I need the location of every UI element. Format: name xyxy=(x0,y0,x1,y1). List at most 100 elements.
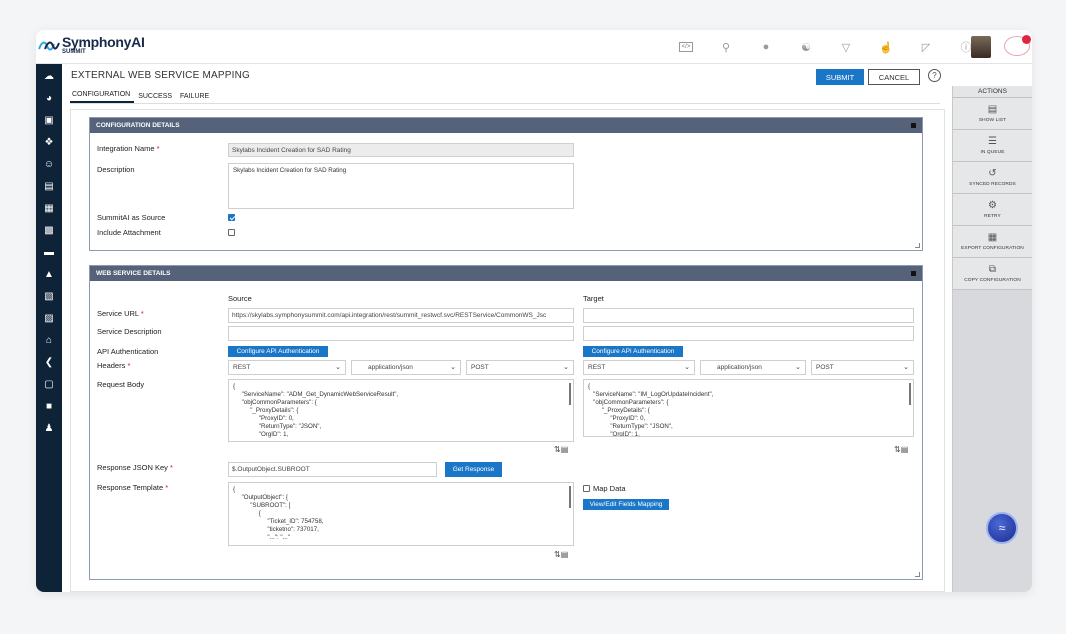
nav-monitor-icon[interactable]: ▢ xyxy=(36,374,62,394)
response-json-key-input[interactable]: $.OutputObject.SUBROOT xyxy=(228,462,437,477)
synced-records-action[interactable]: ↺ SYNCED RECORDS xyxy=(953,162,1032,194)
brand-sub: SUMMIT xyxy=(62,49,86,55)
cart-icon[interactable]: ◸ xyxy=(906,38,946,56)
nav-database-icon[interactable]: ▬ xyxy=(36,242,62,262)
view-edit-fields-mapping-button[interactable]: View/Edit Fields Mapping xyxy=(583,499,669,510)
nav-tag-icon[interactable]: ❖ xyxy=(36,132,62,152)
target-request-body-text: { "ServiceName": "IM_LogOrUpdateIncident… xyxy=(588,383,714,437)
map-data-checkbox[interactable] xyxy=(583,485,590,492)
users-icon[interactable]: ☯ xyxy=(786,38,826,56)
top-bar: SymphonyAI SUMMIT </> ⚲ ● ☯ ▽ ☝ ◸ ⓘ xyxy=(36,30,1032,64)
integration-name-field[interactable]: Skylabs Incident Creation for SAD Rating xyxy=(228,143,574,157)
nav-clipboard-icon[interactable]: ▧ xyxy=(36,286,62,306)
assistant-fab-icon[interactable]: ≈ xyxy=(986,512,1018,544)
export-icon: ▦ xyxy=(987,232,998,243)
section-header: CONFIGURATION DETAILS xyxy=(90,118,922,133)
chevron-down-icon: ⌄ xyxy=(335,364,341,371)
format-json-icon[interactable]: ⇅▤ xyxy=(554,550,568,559)
nav-org-icon[interactable]: ▦ xyxy=(36,198,62,218)
source-protocol-select[interactable]: REST ⌄ xyxy=(228,360,346,375)
nav-truck-icon[interactable]: ▲ xyxy=(36,264,62,284)
search-icon[interactable]: ⚲ xyxy=(706,38,746,56)
nav-document-icon[interactable]: ▤ xyxy=(36,176,62,196)
nav-briefcase-icon[interactable]: ■ xyxy=(36,396,62,416)
copy-configuration-action[interactable]: ⧉ COPY CONFIGURATION xyxy=(953,258,1032,290)
globe-icon[interactable]: ● xyxy=(746,38,786,56)
app-window: SymphonyAI SUMMIT </> ⚲ ● ☯ ▽ ☝ ◸ ⓘ ☁ ◕ … xyxy=(36,30,1032,592)
resize-handle[interactable] xyxy=(915,243,920,248)
help-icon[interactable]: ? xyxy=(928,69,941,82)
summitai-source-label: SummitAI as Source xyxy=(97,213,166,222)
code-icon[interactable]: </> xyxy=(666,38,706,56)
get-response-button[interactable]: Get Response xyxy=(445,462,502,477)
nav-cloud-icon[interactable]: ☁ xyxy=(36,66,62,86)
nav-person-icon[interactable]: ♟ xyxy=(36,418,62,438)
source-request-body-textarea[interactable]: { "ServiceName": "ADM_Get_DynamicWebServ… xyxy=(228,379,574,442)
top-icons: </> ⚲ ● ☯ ▽ ☝ ◸ ⓘ xyxy=(666,38,986,56)
in-queue-action[interactable]: ☰ IN QUEUE xyxy=(953,130,1032,162)
collapse-icon[interactable] xyxy=(911,271,916,276)
description-label: Description xyxy=(97,165,135,174)
collapse-icon[interactable] xyxy=(911,123,916,128)
resize-handle[interactable] xyxy=(915,572,920,577)
show-list-action[interactable]: ▤ SHOW LIST xyxy=(953,98,1032,130)
copy-icon: ⧉ xyxy=(988,264,997,275)
target-configure-api-button[interactable]: Configure API Authentication xyxy=(583,346,683,357)
service-url-label: Service URL * xyxy=(97,309,144,318)
nav-money-icon[interactable]: ▣ xyxy=(36,110,62,130)
nav-home-icon[interactable]: ⌂ xyxy=(36,330,62,350)
nav-headset-icon[interactable]: ☺ xyxy=(36,154,62,174)
section-header: WEB SERVICE DETAILS xyxy=(90,266,922,281)
action-label: COPY CONFIGURATION xyxy=(964,278,1021,283)
cancel-button[interactable]: CANCEL xyxy=(868,69,920,85)
nav-file-icon[interactable]: ▩ xyxy=(36,220,62,240)
action-label: SYNCED RECORDS xyxy=(969,182,1016,187)
source-configure-api-button[interactable]: Configure API Authentication xyxy=(228,346,328,357)
queue-icon: ☰ xyxy=(988,136,997,147)
chat-notification-icon[interactable] xyxy=(1004,35,1031,56)
service-description-label: Service Description xyxy=(97,327,162,336)
source-method-select[interactable]: POST ⌄ xyxy=(466,360,574,375)
format-json-icon[interactable]: ⇅▤ xyxy=(554,445,568,454)
source-heading: Source xyxy=(228,294,252,303)
api-authentication-label: API Authentication xyxy=(97,347,159,356)
export-configuration-action[interactable]: ▦ EXPORT CONFIGURATION xyxy=(953,226,1032,258)
configuration-details-section: CONFIGURATION DETAILS Integration Name *… xyxy=(89,117,923,251)
response-template-textarea[interactable]: { "OutputObject": { "SUBROOT": [ { "Tick… xyxy=(228,482,574,546)
nav-building-icon[interactable]: ▨ xyxy=(36,308,62,328)
submit-button[interactable]: SUBMIT xyxy=(816,69,864,85)
thumbs-up-icon[interactable]: ☝ xyxy=(866,38,906,56)
retry-action[interactable]: ⚙ RETRY xyxy=(953,194,1032,226)
target-heading: Target xyxy=(583,294,604,303)
bell-icon[interactable]: ▽ xyxy=(826,38,866,56)
chevron-down-icon: ⌄ xyxy=(450,364,456,371)
target-service-url-input[interactable] xyxy=(583,308,914,323)
nav-chart-icon[interactable]: ◕ xyxy=(36,88,62,108)
symphony-logo-icon xyxy=(38,41,60,50)
target-method-select[interactable]: POST ⌄ xyxy=(811,360,914,375)
nav-back-icon[interactable]: ❮ xyxy=(36,352,62,372)
tab-success[interactable]: SUCCESS xyxy=(136,93,176,103)
target-service-description-input[interactable] xyxy=(583,326,914,341)
target-protocol-select[interactable]: REST ⌄ xyxy=(583,360,695,375)
summitai-source-checkbox[interactable] xyxy=(228,214,235,221)
source-content-type-select[interactable]: application/json ⌄ xyxy=(351,360,461,375)
scrollbar[interactable] xyxy=(909,383,911,405)
avatar[interactable] xyxy=(971,36,991,58)
map-data-label: Map Data xyxy=(593,484,626,493)
format-json-icon[interactable]: ⇅▤ xyxy=(894,445,908,454)
tab-configuration[interactable]: CONFIGURATION xyxy=(70,91,135,103)
action-label: RETRY xyxy=(984,214,1001,219)
scrollbar[interactable] xyxy=(569,383,571,405)
target-request-body-textarea[interactable]: { "ServiceName": "IM_LogOrUpdateIncident… xyxy=(583,379,914,437)
brand-logo[interactable]: SymphonyAI SUMMIT xyxy=(38,35,145,56)
description-field[interactable]: Skylabs Incident Creation for SAD Rating xyxy=(228,163,574,209)
source-service-url-input[interactable]: https://skylabs.symphonysummit.com/api.i… xyxy=(228,308,574,323)
source-service-description-input[interactable] xyxy=(228,326,574,341)
tab-failure[interactable]: FAILURE xyxy=(178,93,213,103)
include-attachment-checkbox[interactable] xyxy=(228,229,235,236)
request-body-label: Request Body xyxy=(97,380,145,389)
scrollbar[interactable] xyxy=(569,486,571,508)
history-icon: ↺ xyxy=(988,168,997,179)
target-content-type-select[interactable]: application/json ⌄ xyxy=(700,360,806,375)
